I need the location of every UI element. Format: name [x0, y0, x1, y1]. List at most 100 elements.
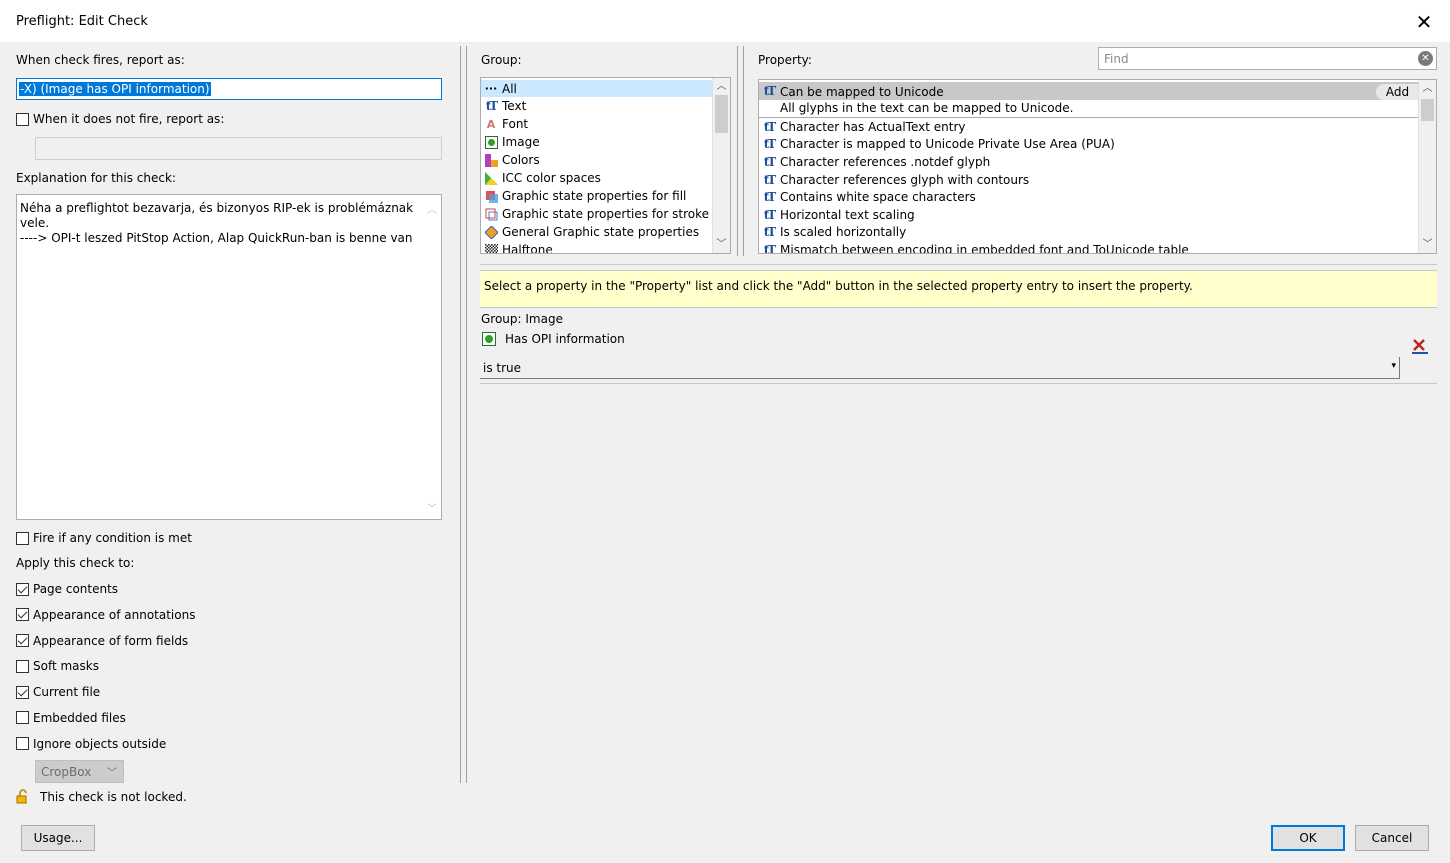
- fire-any-row[interactable]: Fire if any condition is met: [16, 530, 192, 546]
- separator: [743, 46, 744, 256]
- scroll-up-icon[interactable]: ︿: [1419, 80, 1436, 97]
- unlock-icon: [16, 789, 31, 804]
- apply-item-label: Soft masks: [33, 659, 99, 674]
- explanation-line-2: ----> OPI-t leszed PitStop Action, Alap …: [20, 231, 413, 245]
- group-item-label: Image: [502, 135, 540, 149]
- hint-text: Select a property in the "Property" list…: [484, 279, 1193, 293]
- scroll-down-icon[interactable]: ﹀: [1419, 236, 1436, 253]
- chevron-down-icon: ﹀: [107, 768, 117, 779]
- property-item-label: Contains white space characters: [780, 190, 976, 205]
- apply-checkbox[interactable]: [16, 711, 29, 725]
- not-fire-checkbox[interactable]: [16, 112, 29, 126]
- group-item-all[interactable]: ··· All: [481, 80, 713, 97]
- fire-any-checkbox[interactable]: [16, 531, 29, 545]
- property-item-label: Character has ActualText entry: [780, 119, 966, 134]
- not-fire-input[interactable]: [35, 137, 442, 160]
- group-item-image[interactable]: Image: [481, 133, 713, 151]
- scroll-down-icon[interactable]: ﹀: [713, 236, 730, 253]
- icc-icon: [484, 171, 498, 185]
- apply-checkbox[interactable]: [16, 737, 29, 751]
- apply-checkbox[interactable]: [16, 685, 29, 699]
- window-title: Preflight: Edit Check: [16, 14, 148, 29]
- condition-property-text: Has OPI information: [505, 332, 625, 346]
- group-item-colors[interactable]: Colors: [481, 151, 713, 169]
- property-listbox[interactable]: tT Can be mapped to Unicode All glyphs i…: [758, 79, 1437, 254]
- apply-item[interactable]: Ignore objects outside: [16, 736, 195, 752]
- explanation-textarea[interactable]: Néha a preflightot bezavarja, és bizonyo…: [16, 194, 442, 520]
- property-item[interactable]: tT Character references .notdef glyph: [759, 153, 1419, 171]
- apply-item-label: Page contents: [33, 582, 119, 596]
- group-item-fill[interactable]: Graphic state properties for fill: [481, 187, 713, 205]
- group-item-label: Colors: [502, 153, 540, 167]
- hint-box: Select a property in the "Property" list…: [480, 270, 1437, 308]
- apply-item[interactable]: Appearance of annotations: [16, 607, 195, 623]
- apply-item-label: Appearance of form fields: [33, 633, 189, 648]
- text-tt-icon: tT: [763, 207, 776, 222]
- group-label: Group:: [481, 53, 522, 67]
- apply-item-label: Ignore objects outside: [33, 736, 167, 751]
- apply-item[interactable]: Soft masks: [16, 658, 195, 674]
- apply-item-label: Embedded files: [33, 710, 126, 725]
- property-item[interactable]: tT Character references glyph with conto…: [759, 171, 1419, 189]
- property-item[interactable]: tT Character is mapped to Unicode Privat…: [759, 136, 1419, 154]
- ellipsis-icon: ···: [484, 82, 498, 95]
- not-fire-checkbox-row[interactable]: When it does not fire, report as:: [16, 111, 224, 127]
- property-item[interactable]: tT Mismatch between encoding in embedded…: [759, 241, 1419, 254]
- property-item-label: Character references glyph with contours: [780, 172, 1030, 187]
- find-input[interactable]: Find ✕: [1098, 47, 1437, 70]
- group-item-font[interactable]: A Font: [481, 115, 713, 133]
- condition-group-text: Group: Image: [481, 312, 563, 326]
- ok-button[interactable]: OK: [1271, 825, 1345, 851]
- apply-checkbox[interactable]: [16, 659, 29, 673]
- apply-checkbox[interactable]: [16, 582, 29, 596]
- delete-condition-icon[interactable]: [1409, 336, 1429, 356]
- apply-checkbox[interactable]: [16, 634, 29, 648]
- group-item-label: ICC color spaces: [502, 171, 601, 185]
- scroll-thumb[interactable]: [1421, 99, 1434, 121]
- group-item-text[interactable]: tT Text: [481, 97, 713, 115]
- separator: [737, 46, 738, 256]
- usage-button[interactable]: Usage...: [21, 825, 95, 851]
- cropbox-dropdown[interactable]: CropBox ﹀: [35, 760, 124, 783]
- apply-item[interactable]: Page contents: [16, 581, 195, 597]
- property-item-label: Character is mapped to Unicode Private U…: [780, 137, 1115, 152]
- condition-value-select[interactable]: is true ▾: [480, 357, 1400, 379]
- property-label: Property:: [758, 53, 812, 67]
- report-as-input[interactable]: -X) (Image has OPI information): [16, 78, 442, 100]
- text-tt-icon: tT: [485, 99, 498, 113]
- group-item-general[interactable]: General Graphic state properties: [481, 223, 713, 241]
- group-listbox[interactable]: ··· All tT Text A Font Image Colors ICC …: [480, 77, 731, 254]
- property-item-selected[interactable]: tT Can be mapped to Unicode All glyphs i…: [759, 82, 1419, 118]
- divider: [480, 264, 1437, 265]
- scroll-up-icon[interactable]: ︿: [713, 78, 730, 95]
- cancel-button[interactable]: Cancel: [1355, 825, 1429, 851]
- group-item-label: Graphic state properties for fill: [502, 189, 687, 203]
- property-item-label: Is scaled horizontally: [780, 225, 907, 240]
- group-item-icc[interactable]: ICC color spaces: [481, 169, 713, 187]
- text-tt-icon: tT: [763, 242, 776, 254]
- property-item[interactable]: tT Character has ActualText entry: [759, 118, 1419, 136]
- property-item[interactable]: tT Horizontal text scaling: [759, 206, 1419, 224]
- clear-icon[interactable]: ✕: [1418, 51, 1433, 66]
- add-button[interactable]: Add: [1376, 84, 1419, 100]
- scroll-down-icon[interactable]: ﹀: [427, 500, 437, 515]
- title-bar: [0, 0, 1450, 42]
- report-as-value: -X) (Image has OPI information): [19, 82, 211, 96]
- group-item-stroke[interactable]: Graphic state properties for stroke: [481, 205, 713, 223]
- group-scrollbar[interactable]: ︿ ﹀: [712, 78, 730, 253]
- fire-any-label: Fire if any condition is met: [33, 531, 192, 545]
- text-tt-icon: tT: [763, 84, 776, 98]
- property-item[interactable]: tT Is scaled horizontally: [759, 224, 1419, 242]
- scroll-thumb[interactable]: [715, 95, 728, 133]
- apply-checkbox[interactable]: [16, 608, 29, 622]
- apply-item[interactable]: Embedded files: [16, 710, 195, 726]
- property-scrollbar[interactable]: ︿ ﹀: [1418, 80, 1436, 253]
- stroke-icon: [484, 207, 498, 221]
- apply-item[interactable]: Current file: [16, 684, 195, 700]
- property-item[interactable]: tT Contains white space characters: [759, 188, 1419, 206]
- close-icon[interactable]: ✕: [1410, 8, 1438, 36]
- group-item-halftone[interactable]: Halftone: [481, 241, 713, 253]
- apply-item[interactable]: Appearance of form fields: [16, 633, 195, 649]
- dropdown-arrow-icon: ▾: [1391, 361, 1396, 371]
- scroll-up-icon[interactable]: ︿: [427, 201, 437, 216]
